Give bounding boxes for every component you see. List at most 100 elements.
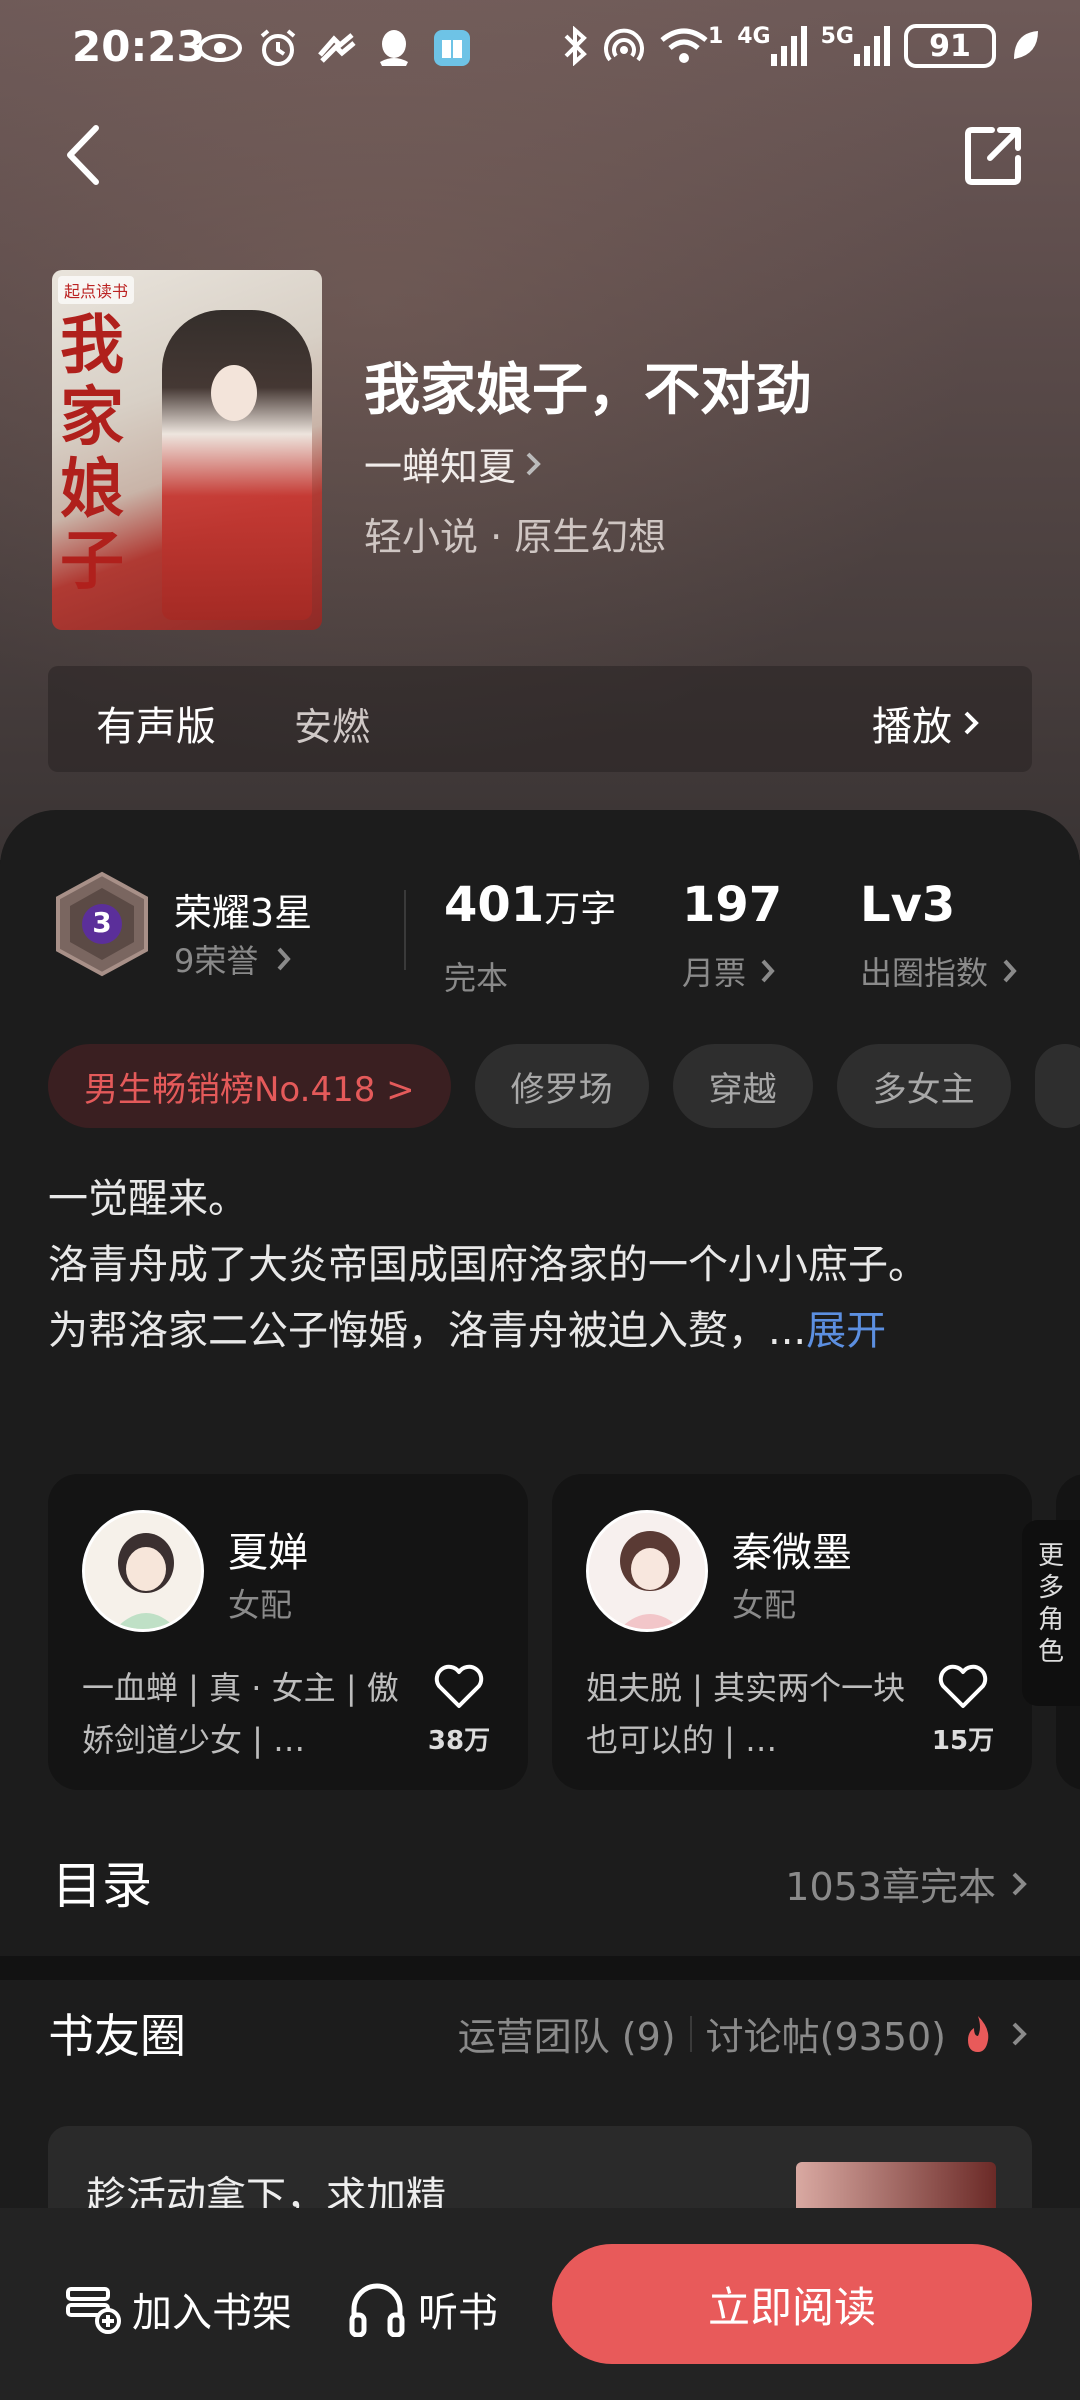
influence-index-stat[interactable]: Lv3 出圈指数 <box>860 880 1018 994</box>
chapter-count: 1053章完本 <box>785 1865 996 1909</box>
character-role: 女配 <box>732 1586 797 1624</box>
status-time: 20:23 <box>72 22 206 71</box>
eye-icon <box>198 26 242 70</box>
circle-title: 书友圈 <box>48 2009 186 2063</box>
back-arrow-icon <box>67 125 99 185</box>
status-left-icons <box>198 26 474 70</box>
read-now-button[interactable]: 立即阅读 <box>552 2244 1032 2364</box>
signal-5g: 5G <box>821 26 890 66</box>
bookshelf-add-icon <box>66 2287 121 2334</box>
net-label-1: 4G <box>737 24 771 49</box>
honor-badge-icon[interactable]: 3 <box>52 870 152 978</box>
status-right-icons: 1 4G 5G 91 <box>562 24 1040 68</box>
wifi-indicator: 1 <box>660 26 723 66</box>
wifi-icon <box>660 28 708 63</box>
tag-item-partial[interactable] <box>1034 1044 1080 1128</box>
chevron-right-icon <box>761 959 775 983</box>
ranking-tag[interactable]: 男生畅销榜No.418 > <box>48 1044 451 1128</box>
table-of-contents[interactable]: 目录 1053章完本 <box>0 1820 1080 1970</box>
chevron-right-icon <box>1012 1872 1027 1895</box>
chevron-right-icon <box>277 947 292 971</box>
more-roles-label: 更多角色 <box>1037 1541 1064 1667</box>
more-roles-button[interactable]: 更多角色 <box>1022 1520 1080 1706</box>
audio-narrator: 安燃 <box>294 705 371 749</box>
add-to-shelf-label: 加入书架 <box>132 2290 292 2336</box>
ticket-label: 月票 <box>682 954 747 992</box>
tag-item[interactable]: 穿越 <box>672 1044 813 1128</box>
word-status: 完本 <box>444 959 509 997</box>
synopsis-line: 一觉醒来。 <box>48 1176 248 1222</box>
status-bar: 20:23 1 4G 5G 91 <box>0 0 1080 100</box>
share-icon <box>965 127 1021 185</box>
chevron-right-icon <box>964 711 979 735</box>
cover-face <box>211 365 257 421</box>
book-cover[interactable]: 起点读书 我家娘子 <box>52 270 322 630</box>
synopsis[interactable]: 一觉醒来。 洛青舟成了大炎帝国成国府洛家的一个小小庶子。 为帮洛家二公子悔婚，洛… <box>48 1166 1038 1364</box>
stats-row: 3 荣耀3星 9荣誉 401万字 完本 197 月票 Lv3 出圈指数 <box>0 870 1080 997</box>
like-button[interactable]: 15万 <box>928 1664 998 1757</box>
tag-list: 男生畅销榜No.418 > 修罗场 穿越 多女主 <box>48 1044 1080 1128</box>
character-name: 夏婵 <box>228 1530 308 1576</box>
badge-level: 3 <box>92 906 112 939</box>
play-label: 播放 <box>872 704 952 750</box>
ops-team: 运营团队 (9) <box>457 2015 676 2059</box>
like-count: 38万 <box>427 1726 491 1756</box>
circle-info: 运营团队 (9) 讨论帖(9350) <box>458 2006 1028 2061</box>
synopsis-line: 为帮洛家二公子悔婚，洛青舟被迫入赘，... <box>48 1308 807 1354</box>
bottom-action-bar: 加入书架 听书 立即阅读 <box>0 2208 1080 2400</box>
fire-icon <box>968 2015 989 2052</box>
character-list: 夏婵 女配 一血蝉 | 真 · 女主 | 傲娇剑道少女 | … 38万 秦微墨 … <box>48 1474 1080 1800</box>
signal-icon <box>854 26 890 66</box>
book-app-icon <box>430 26 474 70</box>
alarm-icon <box>256 26 300 70</box>
detail-panel: 3 荣耀3星 9荣誉 401万字 完本 197 月票 Lv3 出圈指数 男生畅销… <box>0 810 1080 2266</box>
bluetooth-icon <box>564 26 587 66</box>
audio-version-bar[interactable]: 有声版 安燃 播放 <box>48 666 1032 772</box>
honor-link[interactable]: 9荣誉 <box>174 936 292 982</box>
app-icon <box>314 26 358 70</box>
signal-4g: 4G <box>737 24 807 66</box>
monthly-ticket-stat[interactable]: 197 月票 <box>682 880 782 994</box>
word-unit: 万字 <box>544 889 617 930</box>
ticket-count: 197 <box>682 877 783 933</box>
divider <box>689 2015 692 2052</box>
character-card[interactable]: 秦微墨 女配 姐夫脱 | 其实两个一块也可以的 | … 15万 <box>552 1474 1032 1790</box>
influence-level: Lv3 <box>860 877 956 933</box>
divider <box>404 890 406 970</box>
tag-item[interactable]: 修罗场 <box>474 1044 649 1128</box>
character-name: 秦微墨 <box>732 1530 852 1576</box>
book-title: 我家娘子，不对劲 <box>364 357 812 423</box>
back-button[interactable] <box>56 120 112 190</box>
battery-indicator: 91 <box>904 24 996 68</box>
share-button[interactable] <box>964 124 1024 186</box>
expand-link[interactable]: 展开 <box>806 1308 886 1354</box>
synopsis-line: 洛青舟成了大炎帝国成国府洛家的一个小小庶子。 <box>48 1242 928 1288</box>
chevron-right-icon <box>1012 2022 1027 2045</box>
chevron-right-icon <box>1003 959 1017 983</box>
word-count: 401 <box>444 877 545 933</box>
wifi-sup: 1 <box>707 24 724 49</box>
like-button[interactable]: 38万 <box>424 1664 494 1757</box>
headphones-icon <box>349 2283 405 2337</box>
signal-icon <box>770 26 807 66</box>
add-to-shelf-button[interactable]: 加入书架 <box>64 2280 292 2338</box>
author-name: 一蝉知夏 <box>364 445 517 489</box>
cover-title-art: 我家娘子 <box>60 308 124 599</box>
word-count-stat: 401万字 完本 <box>444 880 616 999</box>
heart-icon <box>938 1664 988 1708</box>
cover-brand: 起点读书 <box>58 276 135 304</box>
character-card[interactable]: 夏婵 女配 一血蝉 | 真 · 女主 | 傲娇剑道少女 | … 38万 <box>48 1474 528 1790</box>
character-avatar <box>586 1510 708 1632</box>
chevron-right-icon <box>526 452 541 475</box>
heart-icon <box>434 1664 484 1708</box>
tag-item[interactable]: 多女主 <box>836 1044 1011 1128</box>
honor-count: 9荣誉 <box>174 942 259 980</box>
toc-title: 目录 <box>52 1857 152 1915</box>
character-role: 女配 <box>228 1586 293 1624</box>
listen-button[interactable]: 听书 <box>348 2280 498 2338</box>
influence-label: 出圈指数 <box>860 954 989 992</box>
listen-label: 听书 <box>418 2290 498 2336</box>
author-link[interactable]: 一蝉知夏 <box>364 436 542 491</box>
hotspot-icon <box>604 28 644 62</box>
play-button[interactable]: 播放 <box>872 694 980 752</box>
